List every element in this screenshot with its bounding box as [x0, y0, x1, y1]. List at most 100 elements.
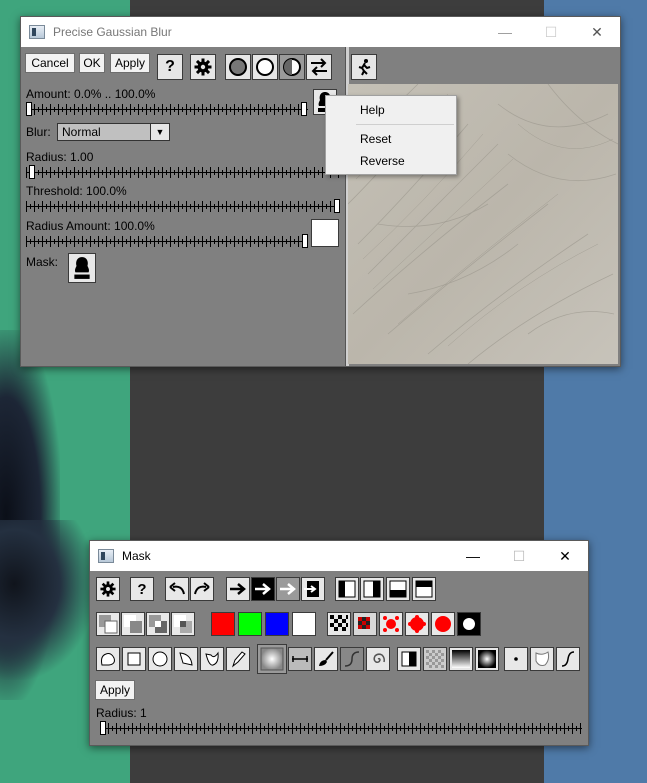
settings-button[interactable]	[190, 54, 216, 80]
ok-button[interactable]: OK	[79, 53, 105, 73]
arrow-right-gray-button[interactable]	[276, 577, 300, 601]
help-button[interactable]: ?	[157, 54, 183, 80]
red-spots-small-button[interactable]	[379, 612, 403, 636]
radius-amount-slider-thumb[interactable]	[302, 234, 308, 248]
split-vertical-right-button[interactable]	[360, 577, 384, 601]
mask-apply-button[interactable]: Apply	[95, 680, 135, 700]
checker-bw-button[interactable]	[327, 612, 351, 636]
rectangle-tool-button[interactable]	[122, 647, 146, 671]
red-spots-medium-button[interactable]	[405, 612, 429, 636]
redo-button[interactable]	[190, 577, 214, 601]
brush-tool-button[interactable]	[314, 647, 338, 671]
combine-subtract-button[interactable]	[146, 612, 170, 636]
amount-label: Amount: 0.0% .. 100.0%	[26, 87, 156, 101]
apply-button[interactable]: Apply	[110, 53, 150, 73]
arrow-right-button[interactable]	[226, 577, 250, 601]
circle-half-button[interactable]	[279, 54, 305, 80]
radius-amount-slider[interactable]	[26, 233, 308, 251]
color-white-swatch[interactable]	[292, 612, 316, 636]
s-curve-tool-button[interactable]	[556, 647, 580, 671]
radius-amount-color-button[interactable]	[311, 219, 339, 247]
gradient-radial-tool-button[interactable]	[257, 644, 287, 674]
running-man-icon	[358, 59, 371, 76]
circle-light-button[interactable]	[252, 54, 278, 80]
split-horizontal-bottom-button[interactable]	[386, 577, 410, 601]
close-button[interactable]: ✕	[574, 17, 620, 47]
mask-label: Mask:	[26, 255, 59, 269]
spiral-tool-button[interactable]	[366, 647, 390, 671]
red-spots-large-button[interactable]	[431, 612, 455, 636]
threshold-slider-track	[26, 206, 340, 207]
point-tool-button[interactable]	[504, 647, 528, 671]
color-blue-swatch[interactable]	[265, 612, 289, 636]
linear-gradient-tool-button[interactable]	[449, 647, 473, 671]
maximize-button[interactable]: ☐	[496, 541, 542, 571]
circle-dark-button[interactable]	[225, 54, 251, 80]
threshold-slider[interactable]	[26, 198, 340, 216]
minimize-button[interactable]: —	[450, 541, 496, 571]
half-black-icon	[401, 651, 417, 667]
combine-subtract-icon	[149, 615, 167, 633]
undo-icon	[169, 582, 185, 595]
white-shape-tool-button[interactable]	[530, 647, 554, 671]
maximize-button[interactable]: ☐	[528, 17, 574, 47]
undo-button[interactable]	[165, 577, 189, 601]
checker-icon	[330, 615, 348, 631]
amount-slider-max-thumb[interactable]	[301, 102, 307, 116]
menu-item-reset[interactable]: Reset	[360, 132, 391, 146]
linear-gradient-icon	[452, 650, 470, 668]
mask-settings-button[interactable]	[96, 577, 120, 601]
white-dot-icon	[463, 618, 475, 630]
split-horizontal-bottom-icon	[389, 580, 407, 598]
combine-replace-button[interactable]	[96, 612, 120, 636]
mask-radius-slider-thumb[interactable]	[100, 721, 106, 735]
menu-item-reverse[interactable]: Reverse	[360, 154, 405, 168]
radial-gradient-icon	[478, 650, 496, 668]
arrow-into-box-button[interactable]	[301, 577, 325, 601]
mask-help-button[interactable]: ?	[130, 577, 154, 601]
blur-mode-select[interactable]: Normal ▼	[57, 123, 170, 141]
cancel-button[interactable]: Cancel	[25, 53, 75, 73]
threshold-slider-thumb[interactable]	[334, 199, 340, 213]
swap-button[interactable]	[306, 54, 332, 80]
lasso-tool-button[interactable]	[96, 647, 120, 671]
checker-gray-tool-button[interactable]	[423, 647, 447, 671]
amount-slider[interactable]	[26, 101, 308, 119]
arrow-right-boxed-button[interactable]	[251, 577, 275, 601]
mask-button[interactable]	[68, 253, 96, 283]
half-black-tool-button[interactable]	[397, 647, 421, 671]
radius-slider[interactable]	[26, 164, 340, 182]
run-preview-button[interactable]	[351, 54, 377, 80]
circle-half-icon	[283, 58, 301, 76]
radial-gradient-tool-button[interactable]	[475, 647, 499, 671]
split-vertical-left-button[interactable]	[335, 577, 359, 601]
ellipse-tool-button[interactable]	[148, 647, 172, 671]
background-bird-image-lower	[0, 520, 95, 680]
freeform-tool-button[interactable]	[200, 647, 224, 671]
amount-slider-track	[26, 109, 308, 110]
menu-item-help[interactable]: Help	[360, 103, 385, 117]
red-spots-small-icon	[383, 616, 399, 632]
checker-red-button[interactable]	[353, 612, 377, 636]
split-vertical-left-icon	[338, 580, 356, 598]
polygon-tool-button[interactable]	[174, 647, 198, 671]
color-red-swatch[interactable]	[211, 612, 235, 636]
close-button[interactable]: ✕	[542, 541, 588, 571]
line-tool-button[interactable]	[288, 647, 312, 671]
mask-head-icon	[74, 257, 90, 279]
color-green-swatch[interactable]	[238, 612, 262, 636]
amount-slider-min-thumb[interactable]	[26, 102, 32, 116]
radius-amount-label: Radius Amount: 100.0%	[26, 219, 155, 233]
pen-tool-button[interactable]	[226, 647, 250, 671]
combine-add-button[interactable]	[121, 612, 145, 636]
redo-icon	[194, 582, 210, 595]
combine-intersect-button[interactable]	[171, 612, 195, 636]
radius-slider-thumb[interactable]	[29, 165, 35, 179]
minimize-button[interactable]: —	[482, 17, 528, 47]
chevron-down-icon[interactable]: ▼	[150, 124, 169, 140]
mask-radius-slider[interactable]	[100, 720, 582, 738]
circle-light-icon	[256, 58, 274, 76]
curve-tool-button[interactable]	[340, 647, 364, 671]
white-dot-black-button[interactable]	[457, 612, 481, 636]
split-horizontal-top-button[interactable]	[412, 577, 436, 601]
